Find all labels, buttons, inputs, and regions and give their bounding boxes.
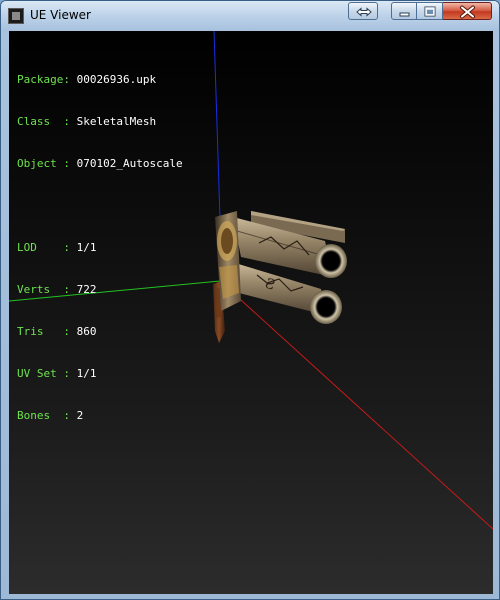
- info-uvset-row: UV Set : 1/1: [17, 367, 183, 381]
- app-icon[interactable]: [8, 8, 24, 24]
- maximize-icon: [424, 6, 436, 17]
- close-button[interactable]: [443, 2, 492, 20]
- info-bones-value: 2: [76, 409, 84, 422]
- info-package-value: 00026936.upk: [76, 73, 157, 86]
- swap-arrows-icon: [356, 7, 372, 17]
- info-uvset-label: UV Set :: [17, 367, 77, 380]
- info-class-row: Class : SkeletalMesh: [17, 115, 183, 129]
- info-class-label: Class :: [17, 115, 77, 128]
- info-package-label: Package:: [17, 73, 77, 86]
- info-uvset-value: 1/1: [76, 367, 97, 380]
- info-lod-label: LOD :: [17, 241, 77, 254]
- title-bar[interactable]: UE Viewer: [1, 1, 499, 31]
- info-object-label: Object :: [17, 157, 77, 170]
- info-tris-row: Tris : 860: [17, 325, 183, 339]
- minimize-icon: [399, 12, 410, 17]
- info-tris-value: 860: [76, 325, 97, 338]
- axis-x: [219, 280, 493, 530]
- info-verts-value: 722: [76, 283, 97, 296]
- info-object-row: Object : 070102_Autoscale: [17, 157, 183, 171]
- info-lod-value: 1/1: [76, 241, 97, 254]
- info-tris-label: Tris :: [17, 325, 77, 338]
- maximize-button[interactable]: [417, 2, 443, 20]
- info-class-value: SkeletalMesh: [76, 115, 157, 128]
- info-verts-row: Verts : 722: [17, 283, 183, 297]
- swap-button[interactable]: [348, 2, 378, 20]
- info-bones-label: Bones :: [17, 409, 77, 422]
- axis-z: [213, 31, 221, 220]
- minimize-button[interactable]: [391, 2, 417, 20]
- window-title: UE Viewer: [30, 8, 91, 22]
- app-window: UE Viewer Ƨ Package: 00026936.upk Class …: [0, 0, 500, 600]
- info-bones-row: Bones : 2: [17, 409, 183, 423]
- viewport[interactable]: Ƨ Package: 00026936.upk Class : Skeletal…: [9, 31, 493, 594]
- gun-model: Ƨ: [213, 211, 347, 343]
- info-object-value: 070102_Autoscale: [76, 157, 183, 170]
- mesh-info-overlay: Package: 00026936.upk Class : SkeletalMe…: [17, 45, 183, 451]
- info-verts-label: Verts :: [17, 283, 77, 296]
- info-package-row: Package: 00026936.upk: [17, 73, 183, 87]
- close-icon: [460, 5, 475, 19]
- info-lod-row: LOD : 1/1: [17, 241, 183, 255]
